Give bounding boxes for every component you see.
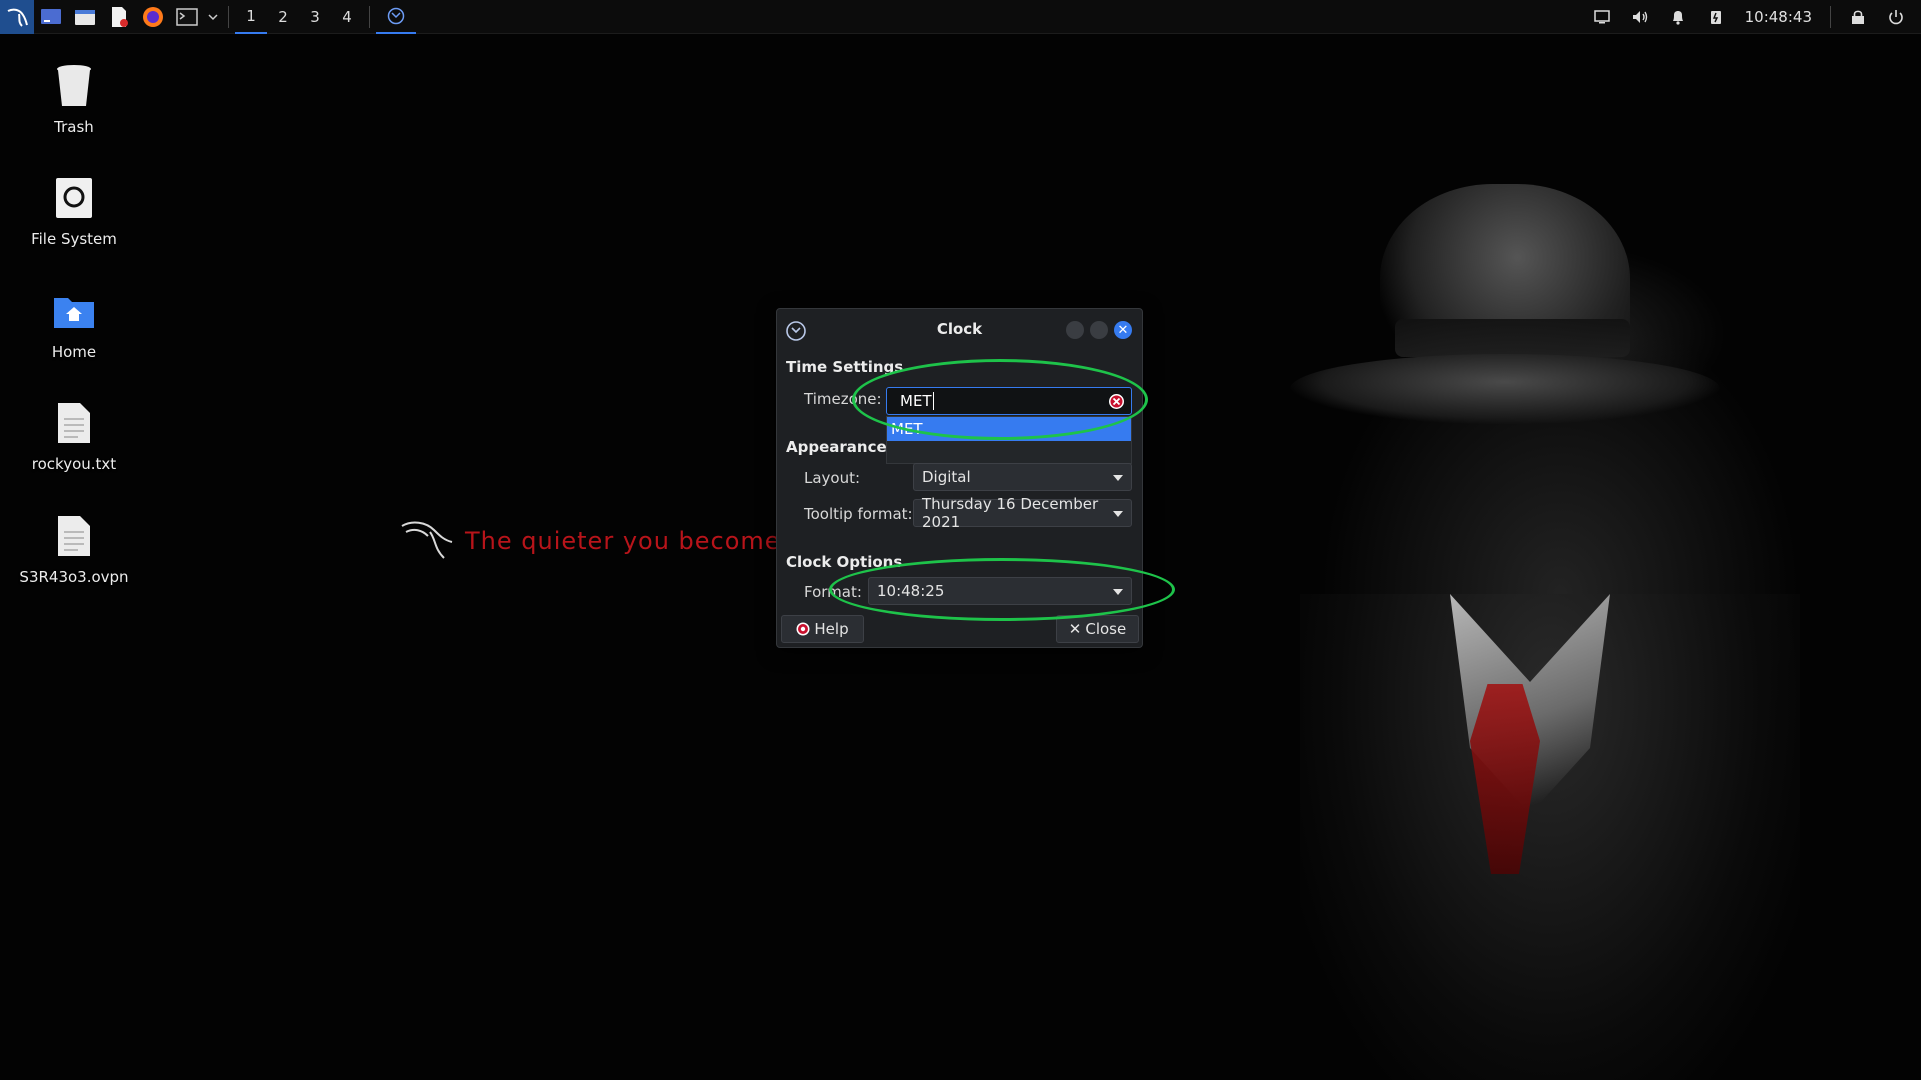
power-tray-button[interactable]	[1699, 0, 1733, 34]
speaker-icon	[1632, 10, 1647, 23]
panel-separator	[369, 5, 370, 28]
logout-button[interactable]	[1879, 0, 1913, 34]
desktop-icon-label: Trash	[54, 118, 94, 136]
timezone-input[interactable]: MET	[886, 387, 1132, 415]
minimize-button[interactable]	[1066, 321, 1084, 339]
desktop-icon	[41, 8, 61, 24]
launcher-dropdown[interactable]	[204, 0, 222, 34]
top-panel: 1 2 3 4 10:48:43	[0, 0, 1921, 34]
home-folder-icon	[50, 285, 98, 337]
slogan-text: The quieter you become,	[465, 526, 790, 555]
time-settings-heading: Time Settings	[786, 358, 904, 376]
desktop-icon-label: Home	[51, 343, 97, 361]
suggestion-item[interactable]: MET	[887, 417, 1131, 441]
drive-icon	[50, 172, 98, 224]
terminal-icon	[176, 7, 198, 26]
taskbar-clock-dialog[interactable]	[376, 0, 416, 34]
monitor-icon	[1593, 9, 1610, 23]
close-window-button[interactable]: ✕	[1114, 321, 1132, 339]
desktop-icon-label: S3R43o3.ovpn	[19, 568, 129, 586]
workspace-3[interactable]: 3	[299, 0, 331, 34]
format-select[interactable]: 10:48:25	[868, 577, 1132, 605]
text-file-icon	[50, 397, 98, 449]
battery-plug-icon	[1710, 10, 1721, 24]
dialog-title: Clock	[936, 320, 983, 338]
lock-icon	[1852, 10, 1864, 24]
applications-menu-button[interactable]	[0, 0, 34, 34]
wallpaper-slogan: The quieter you become,	[400, 518, 789, 563]
dropdown-arrow-icon	[1113, 589, 1123, 595]
desktop-icon-label: rockyou.txt	[31, 455, 117, 473]
layout-select[interactable]: Digital	[913, 463, 1132, 491]
workspace-1[interactable]: 1	[235, 0, 267, 34]
desktop-icon-home[interactable]: Home	[19, 285, 129, 362]
text-file-icon	[50, 510, 98, 562]
tooltip-format-value: Thursday 16 December 2021	[922, 495, 1099, 531]
close-icon: ✕	[1068, 620, 1082, 638]
text-editor-launcher[interactable]	[102, 0, 136, 34]
dialog-titlebar[interactable]: Clock ✕	[777, 309, 1142, 349]
tooltip-format-label: Tooltip format:	[804, 505, 913, 523]
help-button[interactable]: Help	[781, 615, 864, 643]
wallpaper-hat-band	[1395, 319, 1630, 357]
maximize-button[interactable]	[1090, 321, 1108, 339]
panel-clock[interactable]: 10:48:43	[1737, 8, 1820, 26]
panel-separator	[228, 5, 229, 28]
clear-input-icon[interactable]	[1108, 393, 1125, 410]
format-label: Format:	[804, 583, 862, 601]
kali-logo-icon	[7, 8, 28, 27]
notifications-tray-button[interactable]	[1661, 0, 1695, 34]
layout-value: Digital	[922, 468, 971, 486]
dropdown-arrow-icon	[1113, 511, 1123, 517]
panel-separator	[1830, 5, 1831, 28]
clock-dialog: Clock ✕ Time Settings Timezone: MET MET …	[776, 308, 1143, 648]
close-button[interactable]: ✕ Close	[1056, 615, 1139, 643]
kali-dragon-icon	[401, 521, 453, 559]
firefox-icon	[143, 6, 163, 27]
desktop-icon-file-system[interactable]: File System	[19, 172, 129, 249]
appearance-heading: Appearance	[786, 438, 887, 456]
desktop-icon-label: File System	[31, 230, 117, 248]
text-caret	[932, 392, 934, 410]
terminal-launcher[interactable]	[170, 0, 204, 34]
show-desktop-button[interactable]	[34, 0, 68, 34]
file-manager-launcher[interactable]	[68, 0, 102, 34]
trash-icon	[50, 60, 98, 112]
clock-app-icon	[786, 321, 806, 341]
workspace-4[interactable]: 4	[331, 0, 363, 34]
dropdown-arrow-icon	[1113, 475, 1123, 481]
power-icon	[1889, 9, 1903, 24]
close-label: Close	[1085, 620, 1127, 638]
clock-options-heading: Clock Options	[786, 553, 903, 571]
bell-icon	[1672, 10, 1683, 25]
timezone-value: MET	[900, 392, 932, 410]
desktop-icon-ovpn[interactable]: S3R43o3.ovpn	[19, 510, 129, 587]
lock-screen-button[interactable]	[1841, 0, 1875, 34]
display-tray-button[interactable]	[1585, 0, 1619, 34]
timezone-suggestions: MET	[886, 416, 1132, 464]
help-label: Help	[814, 620, 849, 638]
folder-icon	[75, 9, 95, 25]
wallpaper-hat-brim	[1290, 354, 1720, 424]
chevron-down-icon	[208, 13, 218, 20]
clock-settings-icon	[387, 7, 405, 24]
layout-label: Layout:	[804, 469, 861, 487]
workspace-2[interactable]: 2	[267, 0, 299, 34]
desktop-icon-rockyou[interactable]: rockyou.txt	[19, 397, 129, 474]
text-editor-icon	[112, 6, 128, 27]
volume-tray-button[interactable]	[1623, 0, 1657, 34]
format-value: 10:48:25	[877, 582, 945, 600]
tooltip-format-select[interactable]: Thursday 16 December 2021	[913, 495, 1132, 531]
close-icon: ✕	[1117, 322, 1129, 338]
help-icon	[796, 622, 810, 636]
firefox-launcher[interactable]	[136, 0, 170, 34]
desktop-icon-trash[interactable]: Trash	[19, 60, 129, 137]
timezone-label: Timezone:	[804, 390, 882, 408]
